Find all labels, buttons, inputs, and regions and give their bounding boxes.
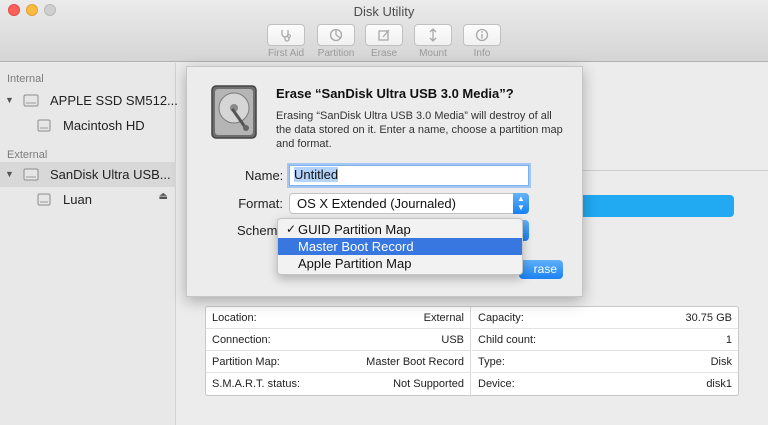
mount-icon	[429, 28, 437, 42]
sidebar-item-label: APPLE SSD SM512...	[50, 93, 178, 108]
info-row: Child count: 1	[472, 329, 738, 351]
info-row: Capacity: 30.75 GB	[472, 307, 738, 329]
menu-item-guid[interactable]: ✓ GUID Partition Map	[278, 221, 522, 238]
info-key: Partition Map:	[212, 356, 280, 368]
stethoscope-icon	[281, 30, 291, 42]
disk-info-table: Location: External Connection: USB Parti…	[205, 306, 739, 397]
info-row: Device: disk1	[472, 373, 738, 395]
window-title: Disk Utility	[353, 4, 415, 19]
sidebar-header-internal: Internal	[7, 73, 44, 85]
info-value: Not Supported	[393, 378, 464, 390]
erase-button[interactable]: rase	[519, 260, 563, 279]
sidebar-item-label: SanDisk Ultra USB...	[50, 167, 171, 182]
sidebar: Internal ▼ APPLE SSD SM512... Macintosh …	[0, 63, 178, 425]
content-divider	[583, 170, 768, 171]
info-value: disk1	[706, 378, 732, 390]
info-column-left: Location: External Connection: USB Parti…	[206, 307, 471, 397]
external-disk-icon	[23, 168, 39, 181]
info-value: External	[423, 312, 464, 324]
name-label: Name:	[245, 168, 284, 183]
usage-bar	[583, 195, 734, 217]
internal-disk-icon	[23, 94, 39, 107]
menu-item-label: Master Boot Record	[298, 239, 414, 254]
sidebar-item-macintosh-hd[interactable]: Macintosh HD	[0, 113, 176, 138]
sidebar-item-sandisk[interactable]: ▼ SanDisk Ultra USB...	[0, 162, 176, 187]
first-aid-label: First Aid	[267, 48, 305, 59]
info-value: Master Boot Record	[366, 356, 464, 368]
info-row: S.M.A.R.T. status: Not Supported	[206, 373, 470, 395]
hard-drive-icon	[211, 85, 257, 139]
info-column-right: Capacity: 30.75 GB Child count: 1 Type: …	[472, 307, 738, 397]
format-popup-arrows-icon: ▲ ▼	[513, 193, 529, 214]
info-key: Device:	[478, 378, 515, 390]
volume-icon	[37, 119, 51, 132]
info-key: Location:	[212, 312, 257, 324]
erase-toolbar-button[interactable]: Erase	[358, 24, 410, 59]
info-icon	[475, 28, 489, 42]
first-aid-button[interactable]: First Aid	[260, 24, 312, 59]
info-value: 30.75 GB	[685, 312, 732, 324]
erase-label: Erase	[370, 48, 398, 59]
checkmark-icon: ✓	[286, 222, 297, 236]
info-key: Child count:	[478, 334, 537, 346]
info-button[interactable]: Info	[456, 24, 508, 59]
menu-item-apple-partition-map[interactable]: Apple Partition Map	[278, 255, 522, 272]
info-key: S.M.A.R.T. status:	[212, 378, 301, 390]
partition-button[interactable]: Partition	[310, 24, 362, 59]
menu-item-label: GUID Partition Map	[298, 222, 411, 237]
dialog-description: Erasing “SanDisk Ultra USB 3.0 Media” wi…	[276, 110, 563, 150]
format-label: Format:	[238, 196, 283, 211]
info-label: Info	[473, 48, 491, 59]
partition-label: Partition	[317, 48, 355, 59]
name-input[interactable]: Untitled	[289, 165, 529, 186]
disclosure-triangle-icon[interactable]: ▼	[5, 169, 14, 179]
info-value: Disk	[710, 356, 732, 368]
sidebar-item-apple-ssd[interactable]: ▼ APPLE SSD SM512...	[0, 88, 178, 113]
info-row: Connection: USB	[206, 329, 470, 351]
window-toolbar: Disk Utility First Aid Partition Erase M…	[0, 0, 768, 62]
sidebar-item-label: Macintosh HD	[63, 118, 145, 133]
menu-item-mbr[interactable]: Master Boot Record	[278, 238, 522, 255]
info-key: Type:	[478, 356, 505, 368]
volume-icon	[37, 193, 51, 206]
dialog-title: Erase “SanDisk Ultra USB 3.0 Media”?	[276, 86, 514, 101]
mount-button[interactable]: Mount	[407, 24, 459, 59]
info-value: USB	[441, 334, 464, 346]
info-key: Connection:	[212, 334, 271, 346]
mount-label: Mount	[419, 48, 447, 59]
info-row: Location: External	[206, 307, 470, 329]
info-row: Partition Map: Master Boot Record	[206, 351, 470, 373]
sidebar-item-luan[interactable]: Luan ⏏	[0, 187, 176, 212]
sidebar-header-external: External	[7, 149, 48, 161]
name-value: Untitled	[294, 167, 339, 182]
format-value: OS X Extended (Journaled)	[297, 196, 456, 211]
sidebar-item-label: Luan	[63, 192, 92, 207]
info-row: Type: Disk	[472, 351, 738, 373]
eject-icon[interactable]: ⏏	[159, 191, 168, 202]
disclosure-triangle-icon[interactable]: ▼	[5, 95, 14, 105]
partition-icon	[329, 28, 343, 42]
menu-item-label: Apple Partition Map	[298, 256, 412, 271]
info-key: Capacity:	[478, 312, 524, 324]
info-value: 1	[725, 334, 732, 346]
format-select[interactable]: OS X Extended (Journaled) ▲ ▼	[289, 193, 529, 214]
scheme-menu: ✓ GUID Partition Map Master Boot Record …	[277, 218, 523, 275]
erase-icon	[378, 29, 390, 41]
